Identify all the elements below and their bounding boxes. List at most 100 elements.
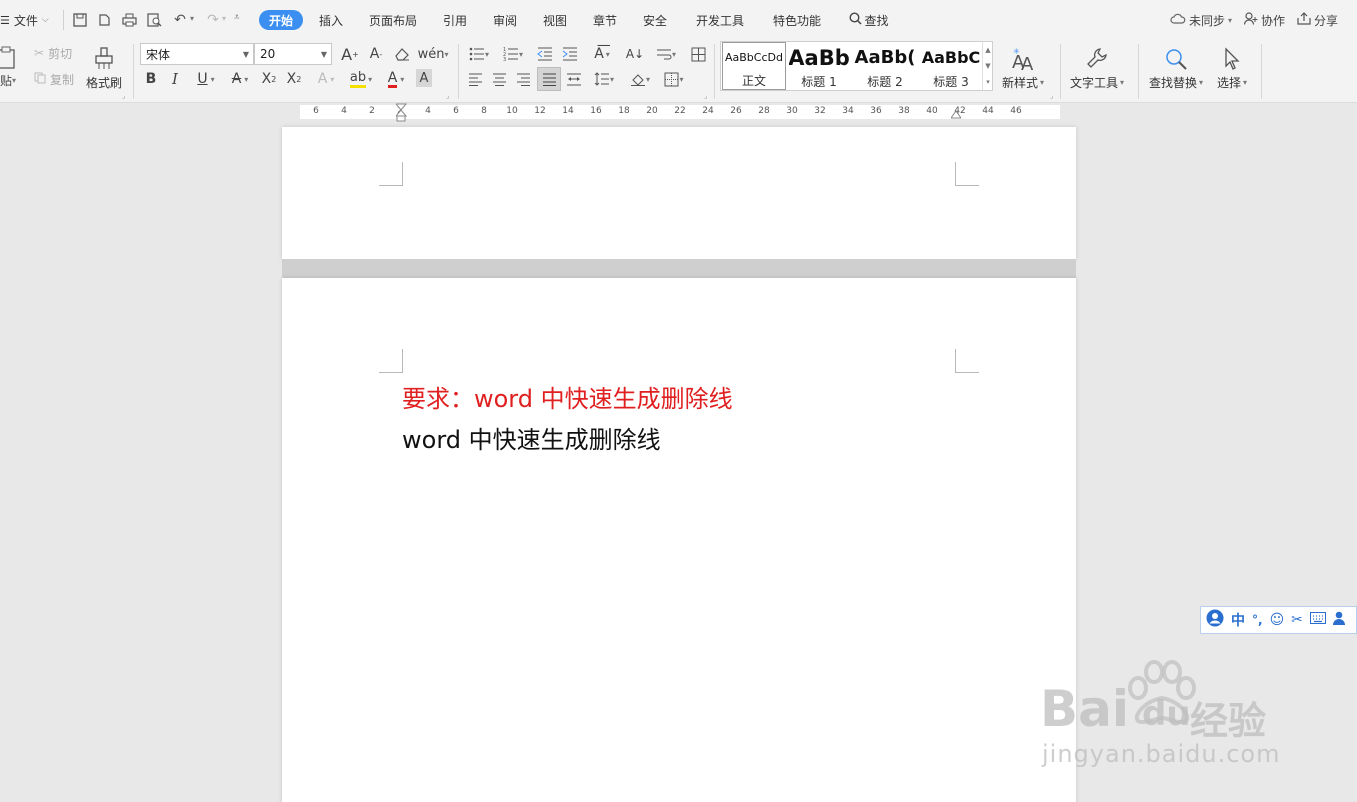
user-add-icon [1243,12,1258,28]
phonetic-guide-icon[interactable]: wén ▾ [418,43,449,65]
subscript-icon[interactable]: X2 [284,68,304,90]
group-launcher-icon[interactable]: ⌟ [1050,92,1053,100]
scissors-icon[interactable]: ✂ [1291,612,1303,628]
expand-gallery-icon[interactable]: ▾ [986,78,990,86]
share-button[interactable]: 分享 [1297,10,1338,30]
bullets-icon[interactable]: ▾ [465,43,493,65]
styles-scroll[interactable]: ▲ ▼ ▾ [982,42,993,90]
clear-format-icon[interactable] [392,43,412,65]
style-heading-1[interactable]: AaBb 标题 1 [789,42,849,90]
text-effect-icon[interactable]: A ▾ [312,68,340,90]
export-pdf-icon[interactable] [95,11,113,29]
align-right-icon[interactable] [513,68,533,90]
style-normal[interactable]: AaBbCcDd 正文 [722,42,786,90]
paste-icon[interactable] [0,44,20,72]
cut-button[interactable]: ✂ 剪切 [34,45,72,61]
find-replace-button[interactable]: 查找替换 ▾ [1149,44,1203,91]
ime-language-toggle[interactable]: 中 [1231,610,1245,630]
document-page-1[interactable] [282,127,1076,259]
font-color-icon[interactable]: A ▾ [382,68,410,90]
char-shading-icon[interactable]: A [416,69,432,87]
ruler-tick-label: 38 [898,106,910,116]
chevron-down-icon[interactable]: ▼ [985,62,990,70]
tab-references[interactable]: 引用 [440,10,470,30]
requirement-line[interactable]: 要求：word 中快速生成删除线 [402,379,733,414]
chevron-down-icon: ▾ [12,75,17,85]
customize-toolbar-icon[interactable]: ⩡ [234,12,240,23]
document-page-2[interactable]: 要求：word 中快速生成删除线 word 中快速生成删除线 [282,278,1076,802]
line-break-icon[interactable]: ▾ [652,43,680,65]
undo-icon[interactable]: ↶ [171,11,189,29]
horizontal-ruler[interactable]: 6422468101214161820222426283032343638404… [0,103,1357,122]
tab-home[interactable]: 开始 [259,10,303,30]
bold-icon[interactable]: B [142,68,160,90]
ime-user-icon[interactable] [1206,609,1224,631]
body-text-line[interactable]: word 中快速生成删除线 [402,420,661,455]
right-indent-marker[interactable] [950,108,962,122]
save-icon[interactable] [71,11,89,29]
ime-account-icon[interactable] [1332,611,1345,629]
paste-button[interactable]: 粘贴▾ [0,72,16,88]
tab-developer[interactable]: 开发工具 [693,10,747,30]
sort-icon[interactable]: A↓ [624,43,646,65]
highlight-icon[interactable]: ab ▾ [346,68,376,90]
increase-indent-icon[interactable] [560,43,580,65]
tab-security[interactable]: 安全 [640,10,670,30]
line-spacing-icon[interactable]: ▾ [590,68,618,90]
tab-insert[interactable]: 插入 [316,10,346,30]
tab-chapter[interactable]: 章节 [590,10,620,30]
align-center-icon[interactable] [489,68,509,90]
align-left-icon[interactable] [465,68,485,90]
tab-view[interactable]: 视图 [540,10,570,30]
justify-icon[interactable] [537,67,561,91]
tab-page-layout[interactable]: 页面布局 [367,10,419,30]
select-button[interactable]: 选择 ▾ [1217,44,1247,91]
grow-font-icon[interactable]: A + [340,43,360,65]
font-size-select[interactable]: 20 ▼ [254,43,332,65]
strikethrough-icon[interactable]: A ▾ [226,68,254,90]
tab-review[interactable]: 审阅 [490,10,520,30]
print-icon[interactable] [120,11,138,29]
ruler-tick-label: 2 [369,106,375,116]
find-replace-label: 查找替换 [1149,76,1198,90]
distributed-align-icon[interactable] [564,68,584,90]
table-grid-icon[interactable] [688,43,708,65]
print-preview-icon[interactable] [145,11,163,29]
search-command[interactable]: 查找 [847,10,891,30]
tab-special-features[interactable]: 特色功能 [770,10,824,30]
ruler-tick-label: 20 [646,106,658,116]
shading-icon[interactable]: ▾ [626,68,654,90]
ribbon-toolbar: 粘贴▾ ✂ 剪切 复制 格式刷 ⌟ 宋体 ▼ 20 ▼ A+ A- wén▾ B… [0,40,1357,103]
sync-status-button[interactable]: 未同步 ▾ [1170,10,1232,30]
text-tools-button[interactable]: 文字工具 ▾ [1070,44,1124,91]
collaborate-button[interactable]: 协作 [1243,10,1285,30]
group-launcher-icon[interactable]: ⌟ [122,92,125,100]
first-line-indent-marker[interactable] [394,103,408,126]
punctuation-icon[interactable]: °, [1252,613,1263,627]
decrease-indent-icon[interactable] [535,43,555,65]
emoji-icon[interactable]: ☺ [1270,612,1285,628]
new-style-button[interactable]: A A ✳ 新样式 ▾ [1002,44,1044,91]
format-painter-button[interactable]: 格式刷 [86,44,122,91]
redo-icon[interactable]: ↷ [204,11,222,29]
undo-dropdown-icon[interactable]: ▾ [190,14,194,23]
copy-button[interactable]: 复制 [34,71,74,87]
superscript-icon[interactable]: X2 [259,68,279,90]
chevron-up-icon[interactable]: ▲ [985,46,990,54]
borders-icon[interactable]: ▾ [660,68,688,90]
group-launcher-icon[interactable]: ⌟ [446,92,449,100]
font-name-select[interactable]: 宋体 ▼ [140,43,254,65]
numbering-icon[interactable]: 1 2 3 ▾ [499,43,527,65]
shrink-font-icon[interactable]: A- [366,43,386,65]
keyboard-icon[interactable] [1309,612,1326,628]
ruler-tick-label: 22 [674,106,686,116]
text-direction-icon[interactable]: A͞ ▾ [588,43,616,65]
style-heading-2[interactable]: AaBb( 标题 2 [854,42,916,90]
group-launcher-icon[interactable]: ⌟ [704,92,707,100]
ruler-tick-label: 8 [481,106,487,116]
style-heading-3[interactable]: AaBbC 标题 3 [920,42,982,90]
italic-icon[interactable]: I [166,68,184,90]
underline-icon[interactable]: U ▾ [192,68,220,90]
file-menu[interactable]: ☰ 文件 ⌵ [0,0,49,40]
redo-dropdown-icon[interactable]: ▾ [222,14,226,23]
